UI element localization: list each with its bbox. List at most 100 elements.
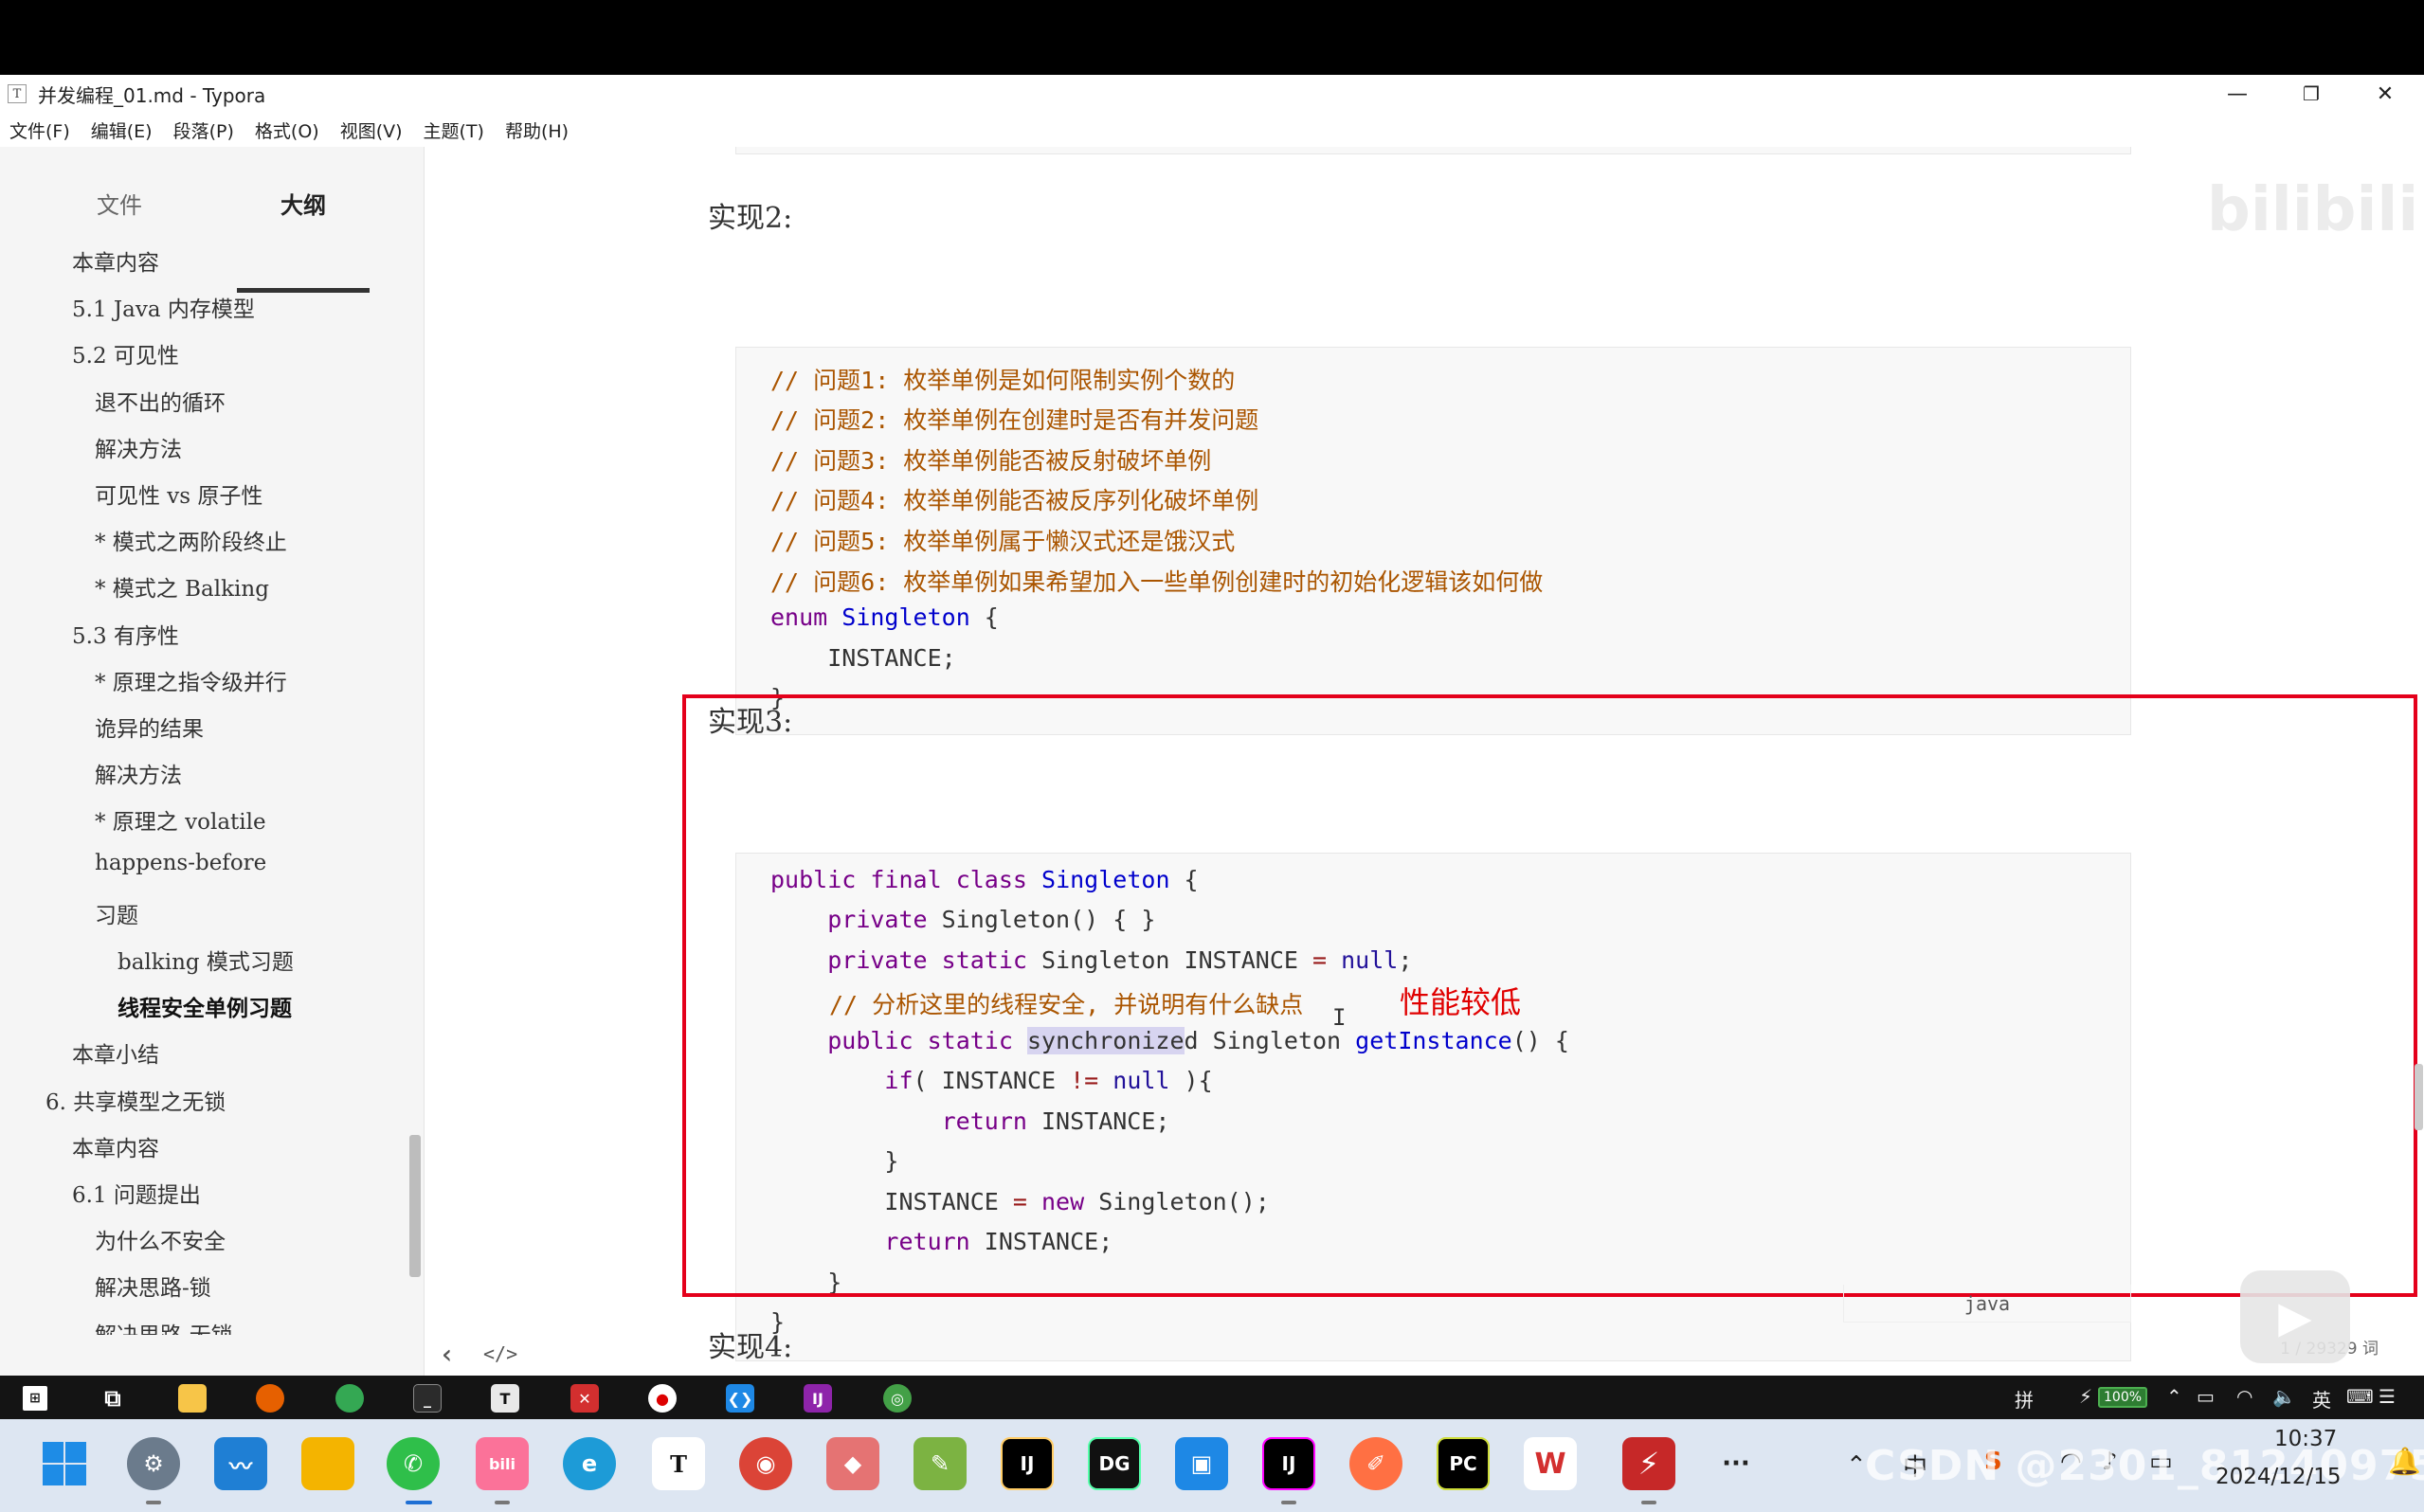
menu-theme[interactable]: 主题(T) [424, 117, 484, 143]
pycharm-icon[interactable]: PC [1437, 1437, 1490, 1490]
windows-start-icon[interactable] [38, 1437, 91, 1490]
wps-icon[interactable]: W [1524, 1437, 1577, 1490]
chrome-icon[interactable] [335, 1384, 364, 1413]
chevron-up-icon[interactable]: ⌃ [1846, 1451, 1867, 1480]
restore-button[interactable]: ❐ [2276, 75, 2346, 113]
ime-indicator[interactable]: 拼 [2015, 1385, 2034, 1413]
code-line: INSTANCE; [770, 644, 956, 672]
task-view-icon[interactable]: ⧉ [99, 1384, 127, 1413]
terminal-icon[interactable]: _ [413, 1384, 442, 1413]
outline-item[interactable]: 5.2 可见性 [72, 337, 179, 369]
outline-item[interactable]: 本章内容 [72, 1130, 159, 1162]
bilibili-icon[interactable]: bili [476, 1437, 529, 1490]
chrome-icon[interactable]: ◉ [739, 1437, 792, 1490]
menu-paragraph[interactable]: 段落(P) [173, 117, 234, 143]
outline-item[interactable]: * 模式之 Balking [95, 570, 269, 603]
running-indicator [1281, 1501, 1296, 1504]
menu-help[interactable]: 帮助(H) [505, 117, 569, 143]
xmind-icon[interactable]: ✕ [570, 1384, 599, 1413]
outline-item[interactable]: 为什么不安全 [95, 1223, 226, 1255]
code-line: // 问题2: 枚举单例在创建时是否有并发问题 [770, 406, 1259, 434]
outline-item[interactable]: 诡异的结果 [95, 711, 204, 743]
heading-impl-4: 实现4: [708, 1331, 793, 1364]
vscode-icon[interactable]: ❮❯ [726, 1384, 754, 1413]
outline-item[interactable]: * 原理之 volatile [95, 803, 266, 836]
virtual-machine-icon[interactable]: ▣ [1175, 1437, 1228, 1490]
bilibili-watermark: bilibili [2207, 175, 2419, 245]
sidebar-scrollbar[interactable] [409, 1135, 421, 1277]
power-plug-icon: ⚡ [2079, 1385, 2093, 1408]
notification-bell-icon[interactable]: 🔔 [2388, 1446, 2421, 1477]
code-line: // 问题1: 枚举单例是如何限制实例个数的 [770, 367, 1236, 394]
minimize-button[interactable]: — [2202, 75, 2272, 113]
outline-item[interactable]: 5.3 有序性 [72, 618, 179, 650]
typora-taskbar-icon[interactable]: T [491, 1384, 519, 1413]
language-indicator[interactable]: 英 [2312, 1385, 2331, 1413]
outline-item[interactable]: 解决方法 [95, 431, 182, 463]
file-explorer-icon[interactable] [178, 1384, 207, 1413]
file-explorer-icon[interactable] [301, 1437, 354, 1490]
keyboard-icon: ⌨ [2346, 1385, 2374, 1408]
clock-date[interactable]: 2024/12/15 [2216, 1465, 2342, 1489]
tab-files[interactable]: 文件 [97, 187, 142, 220]
close-button[interactable]: ✕ [2350, 75, 2420, 113]
source-code-mode-icon[interactable]: </> [483, 1342, 517, 1365]
clock-time[interactable]: 10:37 [2274, 1427, 2337, 1451]
outline-item[interactable]: 习题 [95, 897, 138, 929]
outline-item[interactable]: 可见性 vs 原子性 [95, 477, 262, 510]
outline-item[interactable]: 解决方法 [95, 757, 182, 789]
outline-item[interactable]: 退不出的循环 [95, 385, 226, 417]
flash-app-icon[interactable]: ⚡ [1622, 1437, 1675, 1490]
wifi-icon[interactable]: ◠ [2236, 1385, 2252, 1408]
pen-app-icon[interactable]: ✐ [1349, 1437, 1402, 1490]
highlight-rectangle [682, 694, 2417, 1297]
running-indicator [1641, 1501, 1656, 1504]
outline-item[interactable]: balking 模式习题 [118, 944, 294, 976]
menu-format[interactable]: 格式(O) [255, 117, 319, 143]
codeblock-impl-2[interactable]: // 问题1: 枚举单例是如何限制实例个数的 // 问题2: 枚举单例在创建时是… [735, 347, 2131, 735]
outline-item[interactable]: happens-before [95, 851, 266, 875]
outline-item[interactable]: * 模式之两阶段终止 [95, 524, 287, 556]
intellij-ultimate-icon[interactable]: IJ [1262, 1437, 1315, 1490]
play-icon[interactable]: ▶ [2240, 1270, 2350, 1363]
datagrip-icon[interactable]: DG [1088, 1437, 1141, 1490]
editor-pane[interactable]: bilibili 实现2: // 问题1: 枚举单例是如何限制实例个数的 // … [425, 147, 2424, 1376]
settings-gear-icon[interactable]: ⚙ [127, 1437, 180, 1490]
record-icon[interactable]: ● [648, 1384, 677, 1413]
eraser-app-icon[interactable]: ◆ [826, 1437, 879, 1490]
edge-icon[interactable]: e [563, 1437, 616, 1490]
outline-item[interactable]: 解决思路-锁 [95, 1269, 211, 1302]
notification-icon[interactable]: ☰ [2379, 1385, 2396, 1408]
heading-impl-2: 实现2: [708, 202, 793, 235]
sidebar: 文件 大纲 本章内容 5.1 Java 内存模型 5.2 可见性退不出的循环 解决方法… [0, 147, 425, 1376]
outline-item[interactable]: 本章小结 [72, 1036, 159, 1069]
intellij-icon[interactable]: IJ [1001, 1437, 1054, 1490]
outline-item[interactable]: 6.1 问题提出 [72, 1177, 201, 1209]
firefox-icon[interactable] [256, 1384, 284, 1413]
outline-item[interactable]: 本章内容 [72, 244, 159, 277]
text-cursor-icon: I [1332, 1004, 1347, 1031]
menu-edit[interactable]: 编辑(E) [91, 117, 153, 143]
windows-start-icon[interactable]: ⊞ [23, 1386, 47, 1411]
outline-item[interactable]: * 原理之指令级并行 [95, 664, 287, 696]
menu-view[interactable]: 视图(V) [340, 117, 403, 143]
stock-widget-icon[interactable]: 〰 [214, 1437, 267, 1490]
drawing-app-icon[interactable]: ✎ [914, 1437, 967, 1490]
chevron-up-icon[interactable]: ⌃ [2166, 1385, 2182, 1408]
menu-file[interactable]: 文件(F) [9, 117, 70, 143]
more-apps-icon[interactable]: ··· [1709, 1437, 1763, 1490]
tab-outline[interactable]: 大纲 [280, 187, 326, 220]
outline-item[interactable]: 线程安全单例习题 [118, 990, 292, 1022]
volume-icon[interactable]: 🔈 [2272, 1385, 2296, 1408]
intellij-icon[interactable]: IJ [804, 1384, 832, 1413]
typora-app-icon[interactable]: T [652, 1437, 705, 1490]
app-green-icon[interactable]: ◎ [883, 1384, 912, 1413]
storage-icon: ▭ [2197, 1385, 2215, 1408]
editor-scrollbar[interactable] [2415, 1064, 2423, 1130]
windows-logo-icon [43, 1442, 86, 1485]
outline-item[interactable]: 5.1 Java 内存模型 [72, 291, 255, 323]
outline-item[interactable]: 6. 共享模型之无锁 [45, 1084, 226, 1116]
wechat-icon[interactable]: ✆ [387, 1437, 440, 1490]
back-chevron-icon[interactable]: ‹ [442, 1339, 452, 1370]
code-language-tag[interactable]: java [1843, 1285, 2131, 1323]
